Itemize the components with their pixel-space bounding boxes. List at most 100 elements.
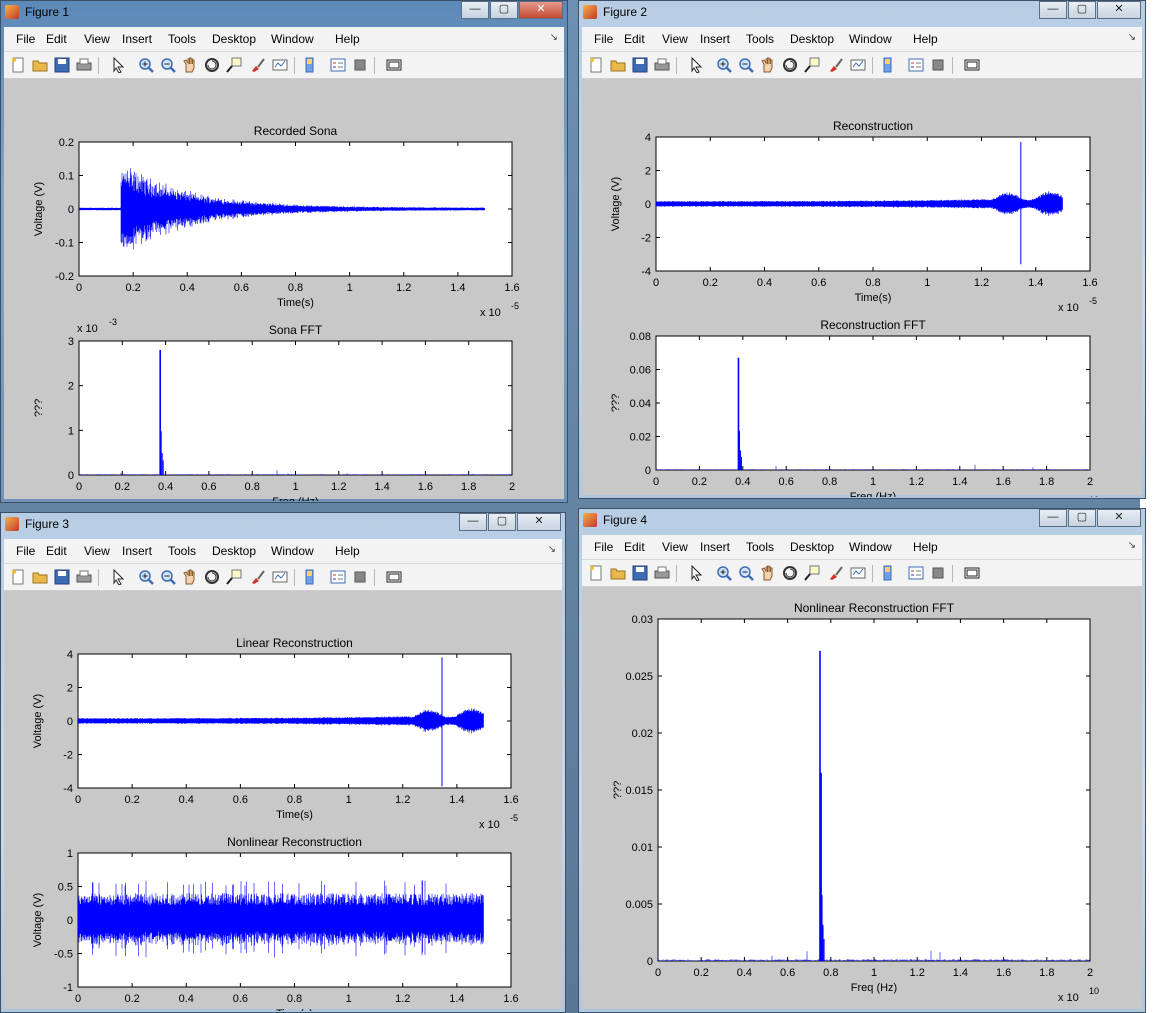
data-cursor-icon[interactable] [226,57,242,73]
window-titlebar[interactable]: Figure 3 ✕ ▢ — [1,513,565,537]
minimize-button[interactable]: — [461,1,489,19]
window-titlebar[interactable]: Figure 1 ✕ ▢ — [1,1,567,25]
zoom-out-icon[interactable] [160,569,176,585]
brush-icon[interactable] [250,57,266,73]
menu-help[interactable]: Help [913,32,938,46]
close-button[interactable]: ✕ [517,513,561,531]
menu-view[interactable]: View [662,540,688,554]
legend-icon[interactable] [330,569,346,585]
minimize-button[interactable]: — [1039,509,1067,527]
print-icon[interactable] [76,569,92,585]
menu-edit[interactable]: Edit [624,540,645,554]
new-file-icon[interactable] [10,569,26,585]
menu-insert[interactable]: Insert [122,32,152,46]
save-icon[interactable] [632,57,648,73]
menu-help[interactable]: Help [335,32,360,46]
axes-nonlinear-reconstruction[interactable]: Nonlinear Reconstruction 0 0.2 0.4 0.6 0.8 1 1.… [32,835,519,1011]
figure-window[interactable]: Figure 3 ✕ ▢ — File Edit View Insert Tools Deskto… [0,512,566,1013]
show-plot-tools-icon[interactable] [964,565,980,581]
print-icon[interactable] [654,565,670,581]
colorbar-icon[interactable] [880,57,896,73]
menu-tools[interactable]: Tools [746,32,774,46]
menu-file[interactable]: File [16,544,35,558]
pointer-icon[interactable] [110,57,126,73]
data-cursor-icon[interactable] [804,565,820,581]
save-icon[interactable] [632,565,648,581]
colorbar-icon[interactable] [880,565,896,581]
menu-desktop[interactable]: Desktop [212,32,256,46]
menu-edit[interactable]: Edit [46,32,67,46]
menu-window[interactable]: Window [271,544,314,558]
show-plot-tools-icon[interactable] [964,57,980,73]
menu-dock-arrow-icon[interactable]: ↘ [1128,32,1136,43]
hide-plot-tools-icon[interactable] [352,57,368,73]
zoom-out-icon[interactable] [738,57,754,73]
close-button[interactable]: ✕ [519,1,563,19]
rotate-3d-icon[interactable] [204,57,220,73]
menu-insert[interactable]: Insert [122,544,152,558]
pan-icon[interactable] [760,57,776,73]
pan-icon[interactable] [182,57,198,73]
new-file-icon[interactable] [588,57,604,73]
close-button[interactable]: ✕ [1097,1,1141,19]
show-plot-tools-icon[interactable] [386,57,402,73]
pan-icon[interactable] [182,569,198,585]
zoom-out-icon[interactable] [738,565,754,581]
menu-view[interactable]: View [662,32,688,46]
data-cursor-icon[interactable] [804,57,820,73]
menu-file[interactable]: File [594,32,613,46]
menu-view[interactable]: View [84,32,110,46]
menu-edit[interactable]: Edit [624,32,645,46]
maximize-button[interactable]: ▢ [488,513,516,531]
open-folder-icon[interactable] [610,57,626,73]
hide-plot-tools-icon[interactable] [930,57,946,73]
maximize-button[interactable]: ▢ [1068,1,1096,19]
link-plot-icon[interactable] [850,565,866,581]
menu-dock-arrow-icon[interactable]: ↘ [548,544,556,555]
axes-linear-reconstruction[interactable]: Linear Reconstruction 0 0.2 0.4 0.6 0.8 1 1.2 1.… [32,636,519,831]
maximize-button[interactable]: ▢ [1068,509,1096,527]
colorbar-icon[interactable] [302,569,318,585]
new-file-icon[interactable] [588,565,604,581]
menu-insert[interactable]: Insert [700,32,730,46]
rotate-3d-icon[interactable] [782,57,798,73]
menu-help[interactable]: Help [913,540,938,554]
close-button[interactable]: ✕ [1097,509,1141,527]
axes-sona-fft[interactable]: Sona FFT00.20.40.60.811.21.41.61.823210F… [33,317,521,501]
menu-window[interactable]: Window [849,540,892,554]
zoom-in-icon[interactable] [138,57,154,73]
hide-plot-tools-icon[interactable] [352,569,368,585]
menu-file[interactable]: File [16,32,35,46]
menu-tools[interactable]: Tools [746,540,774,554]
rotate-3d-icon[interactable] [204,569,220,585]
axes-reconstruction[interactable]: Reconstruction 0 0.2 0.4 0.6 0.8 1 1.2 1.4 1.6 4 2 0… [610,119,1098,314]
zoom-in-icon[interactable] [716,57,732,73]
menu-tools[interactable]: Tools [168,544,196,558]
minimize-button[interactable]: — [1039,1,1067,19]
menu-help[interactable]: Help [335,544,360,558]
link-plot-icon[interactable] [272,57,288,73]
figure-window[interactable]: Figure 2 ✕ ▢ — File Edit View Insert Tools Deskto… [578,0,1146,499]
window-titlebar[interactable]: Figure 2 ✕ ▢ — [579,1,1145,25]
menu-desktop[interactable]: Desktop [212,544,256,558]
open-folder-icon[interactable] [32,569,48,585]
open-folder-icon[interactable] [610,565,626,581]
menu-file[interactable]: File [594,540,613,554]
menu-tools[interactable]: Tools [168,32,196,46]
link-plot-icon[interactable] [850,57,866,73]
zoom-in-icon[interactable] [138,569,154,585]
menu-desktop[interactable]: Desktop [790,32,834,46]
menu-window[interactable]: Window [271,32,314,46]
menu-edit[interactable]: Edit [46,544,67,558]
print-icon[interactable] [654,57,670,73]
menu-insert[interactable]: Insert [700,540,730,554]
maximize-button[interactable]: ▢ [490,1,518,19]
figure-window[interactable]: Figure 1 ✕ ▢ — File Edit View Insert Tools Deskto… [0,0,568,503]
axes-recorded-sona[interactable]: Recorded Sona 0 0.2 0.4 0.6 0.8 1 1.2 1.4 1.6 0.2 0… [33,124,520,319]
window-titlebar[interactable]: Figure 4 ✕ ▢ — [579,509,1145,533]
menu-window[interactable]: Window [849,32,892,46]
axes-reconstruction-fft[interactable]: Reconstruction FFT 0 0.2 0.4 0.6 0.8 1 1.2 1.4 1.… [610,318,1099,497]
save-icon[interactable] [54,57,70,73]
link-plot-icon[interactable] [272,569,288,585]
print-icon[interactable] [76,57,92,73]
